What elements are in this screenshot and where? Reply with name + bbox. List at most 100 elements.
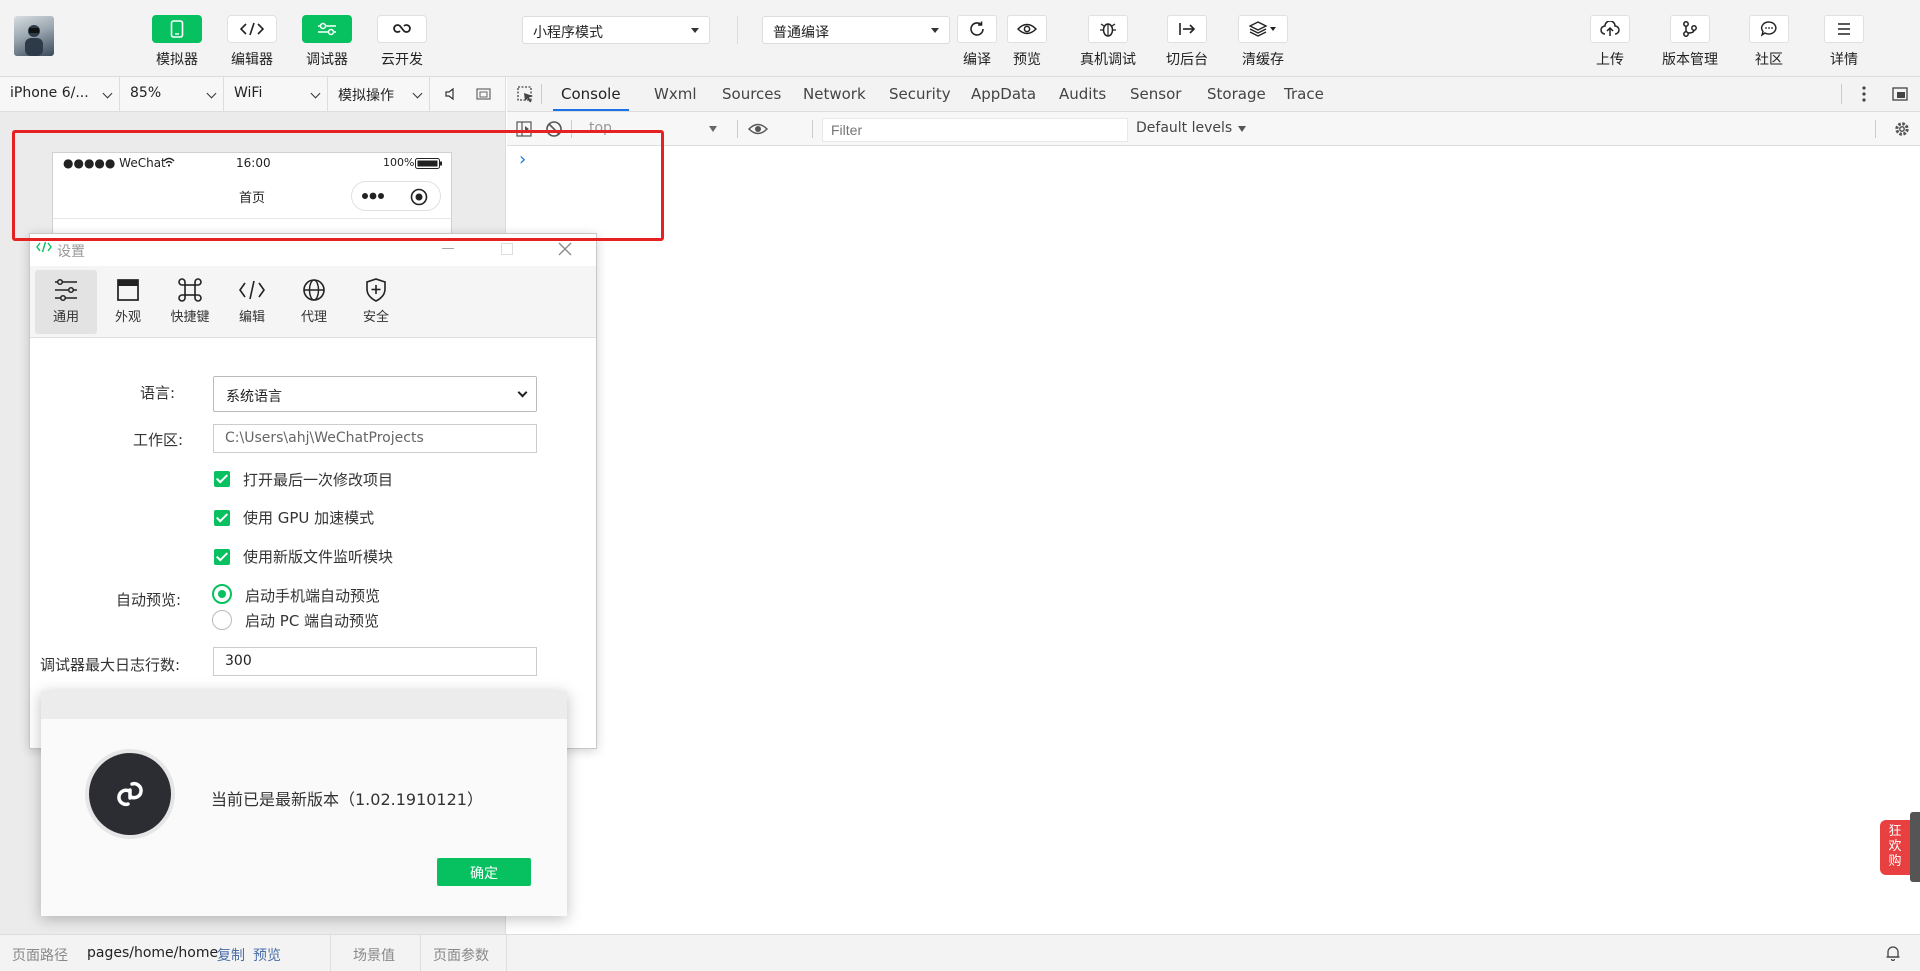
pc-autopreview-radio[interactable] [212,610,232,630]
settings-tab-general[interactable]: 通用 [35,270,97,334]
page-path-value: pages/home/home [87,945,219,961]
language-select[interactable]: 系统语言 [213,376,537,412]
compile-label: 编译 [963,52,991,68]
workspace-value: C:\Users\ahj\WeChatProjects [225,430,424,446]
clear-cache-button[interactable]: 清缓存 [1235,0,1291,69]
eye-icon[interactable] [748,122,768,136]
inspect-element-icon[interactable] [517,86,535,104]
upload-button[interactable]: 上传 [1583,0,1637,69]
tab-wxml[interactable]: Wxml [654,77,697,111]
log-levels-value: Default levels [1136,120,1233,136]
toggle-icon [302,15,352,43]
tab-console[interactable]: Console [553,77,629,111]
copy-link[interactable]: 复制 [217,945,245,965]
mode-select[interactable]: 小程序模式 [522,16,710,44]
settings-tab-shortcuts[interactable]: 快捷键 [159,270,221,334]
settings-tab-label: 外观 [114,310,141,325]
dock-side-icon[interactable] [1892,87,1908,101]
max-log-input[interactable]: 300 [213,647,537,676]
mobile-autopreview-label: 启动手机端自动预览 [245,587,381,605]
debugger-button[interactable]: 调试器 [290,0,364,69]
operation-value: 模拟操作 [338,88,394,104]
version-manage-button[interactable]: 版本管理 [1659,0,1721,69]
settings-tabbar: 通用 外观 快捷键 编辑 代理 安全 [30,266,596,338]
details-button[interactable]: 详情 [1817,0,1871,69]
tab-sensor[interactable]: Sensor [1130,77,1181,111]
editor-button[interactable]: 编辑器 [215,0,289,69]
status-bar: 页面路径 pages/home/home 复制 预览 场景值 页面参数 [0,934,1920,971]
promo-badge[interactable]: 狂欢购 [1880,820,1910,875]
preview-button[interactable]: 预览 [1000,0,1054,69]
background-button[interactable]: 切后台 [1160,0,1214,69]
settings-window: 设置 通用 外观 快捷键 编辑 代理 安全 语言: 系统语言 工作区: C:\U… [29,233,597,749]
simulator-button[interactable]: 模拟器 [140,0,214,69]
scene-value-button[interactable]: 场景值 [353,945,395,965]
cloud-dev-button[interactable]: 云开发 [365,0,439,69]
console-filter-input[interactable] [822,118,1128,142]
tab-audits[interactable]: Audits [1059,77,1106,111]
tab-storage[interactable]: Storage [1207,77,1266,111]
tab-network[interactable]: Network [803,77,866,111]
detach-window-icon[interactable] [476,87,492,101]
page-params-button[interactable]: 页面参数 [433,945,489,965]
device-value: iPhone 6/... [10,85,89,101]
shield-icon [366,278,386,302]
workspace-input[interactable]: C:\Users\ahj\WeChatProjects [213,424,537,453]
settings-tab-edit[interactable]: 编辑 [221,270,283,334]
file-watch-checkbox[interactable] [214,549,230,565]
mute-icon[interactable] [444,87,458,101]
promo-badge-text: 狂欢购 [1888,824,1902,869]
compile-button[interactable]: 编译 [950,0,1004,69]
chevron-down-icon [517,387,528,398]
max-log-value: 300 [225,653,252,669]
miniprogram-logo-icon [89,753,171,835]
console-output[interactable]: › [507,147,1920,934]
remote-debug-button[interactable]: 真机调试 [1080,0,1136,69]
footer-divider [420,935,421,971]
device-select[interactable]: iPhone 6/... [0,77,120,111]
log-levels-select[interactable]: Default levels [1136,116,1246,142]
toolbar-divider [737,16,738,44]
debugger-label: 调试器 [306,52,348,68]
more-vertical-icon[interactable] [1862,86,1866,102]
operation-select[interactable]: 模拟操作 [328,77,430,111]
settings-tab-appearance[interactable]: 外观 [97,270,159,334]
tab-trace[interactable]: Trace [1284,77,1324,111]
chat-icon [1749,15,1789,43]
edge-scroll-handle[interactable] [1910,812,1920,882]
network-select[interactable]: WiFi [224,77,328,111]
settings-tab-proxy[interactable]: 代理 [283,270,345,334]
open-last-project-checkbox[interactable] [214,471,230,487]
globe-icon [303,279,325,301]
toolbar-divider [812,120,813,138]
tab-sources[interactable]: Sources [722,77,781,111]
remote-debug-label: 真机调试 [1080,52,1136,68]
settings-tab-security[interactable]: 安全 [345,270,407,334]
confirm-button[interactable]: 确定 [437,858,531,886]
code-icon [36,241,52,253]
eye-icon [1007,15,1047,43]
bell-icon[interactable] [1885,945,1901,961]
minimize-button[interactable] [442,248,454,249]
editor-label: 编辑器 [231,52,273,68]
community-button[interactable]: 社区 [1742,0,1796,69]
zoom-select[interactable]: 85% [120,77,224,111]
mobile-autopreview-radio[interactable] [212,584,232,604]
close-icon[interactable] [558,242,572,256]
user-avatar[interactable] [14,16,54,56]
language-value: 系统语言 [226,389,282,405]
tab-security[interactable]: Security [889,77,951,111]
gear-icon[interactable] [1893,120,1911,138]
gpu-accel-checkbox[interactable] [214,510,230,526]
tab-divider [1841,84,1842,104]
preview-link[interactable]: 预览 [253,945,281,965]
mode-select-value: 小程序模式 [533,25,603,41]
compile-select[interactable]: 普通编译 [762,16,950,44]
tab-appdata[interactable]: AppData [971,77,1036,111]
code-icon [227,15,277,43]
main-toolbar: 模拟器 编辑器 调试器 云开发 小程序模式 普通编译 编译 预览 真机调试 切后… [0,0,1920,77]
version-dialog-header [41,691,567,719]
simulator-toolbar: iPhone 6/... 85% WiFi 模拟操作 [0,77,506,112]
maximize-button[interactable] [501,243,513,255]
chevron-down-icon [310,88,321,99]
